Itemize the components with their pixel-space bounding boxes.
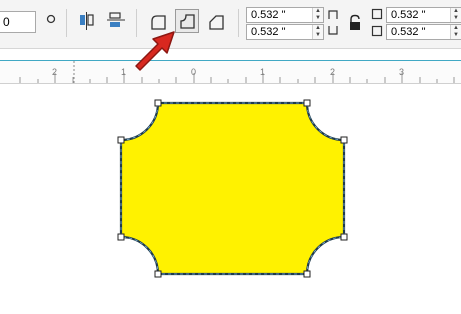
spin-arrows[interactable]: ▲ ▼ <box>450 8 461 22</box>
corner-radius-top-left-input[interactable]: 0.532 " ▲ ▼ <box>246 7 324 23</box>
ruler-label: 1 <box>260 67 266 77</box>
circle-icon[interactable] <box>46 14 56 24</box>
property-toolbar: 0 0.532 " ▲ ▼ 0.532 " ▲ ▼ 0.532 " ▲ ▼ 0.… <box>0 0 461 49</box>
pointer-arrow-annotation <box>135 31 175 71</box>
mirror-vertical-icon[interactable] <box>107 11 125 31</box>
separator <box>66 9 67 37</box>
separator <box>238 9 239 37</box>
ruler-label: 1 <box>121 67 127 77</box>
lock-icon[interactable] <box>348 14 362 32</box>
corner-top-left-selector-icon[interactable] <box>371 8 383 20</box>
ruler-ticks <box>19 61 455 83</box>
mirror-horizontal-icon[interactable] <box>78 11 96 31</box>
spin-arrows[interactable]: ▲ ▼ <box>312 25 323 39</box>
position-input[interactable]: 0 <box>0 11 36 33</box>
spin-arrows[interactable]: ▲ ▼ <box>312 8 323 22</box>
spin-arrows[interactable]: ▲ ▼ <box>450 25 461 39</box>
corner-radius-bottom-left-input[interactable]: 0.532 " ▲ ▼ <box>246 24 324 40</box>
ruler-label: 2 <box>52 67 58 77</box>
corner-top-right-selector-icon[interactable] <box>328 8 340 20</box>
scalloped-rectangle-shape[interactable] <box>0 83 461 309</box>
chamfer-corner-icon[interactable] <box>206 12 226 32</box>
corner-radius-top-right-input[interactable]: 0.532 " ▲ ▼ <box>386 7 461 23</box>
corner-radius-bottom-right-input[interactable]: 0.532 " ▲ ▼ <box>386 24 461 40</box>
ruler-label: 2 <box>330 67 336 77</box>
horizontal-ruler: 2 1 0 1 2 3 <box>0 60 461 84</box>
corner-bottom-left-selector-icon[interactable] <box>371 25 383 37</box>
drawing-canvas[interactable] <box>0 83 461 309</box>
corner-bottom-right-selector-icon[interactable] <box>328 25 340 37</box>
ruler-label: 0 <box>191 67 197 77</box>
ruler-label: 3 <box>399 67 405 77</box>
